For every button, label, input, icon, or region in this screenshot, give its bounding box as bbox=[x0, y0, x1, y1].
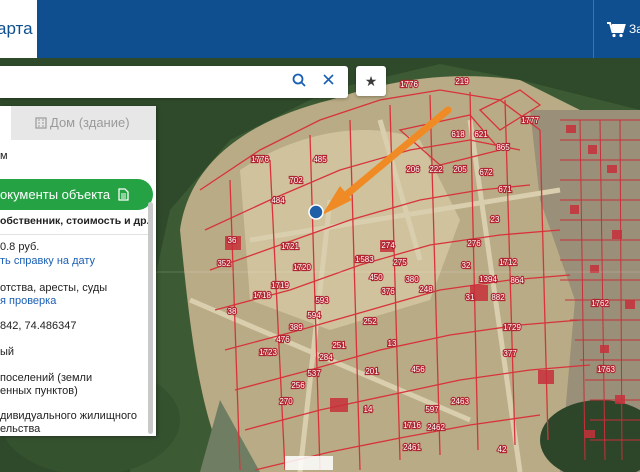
parcel-label: 1394 bbox=[479, 275, 497, 284]
parcel-label: 865 bbox=[496, 143, 510, 152]
parcel-label: 274 bbox=[381, 241, 395, 250]
parcel-label: 284 bbox=[319, 353, 333, 362]
parcel-label: 537 bbox=[307, 369, 321, 378]
parcel-label: 1763 bbox=[597, 365, 615, 374]
parcel-label: 377 bbox=[503, 349, 517, 358]
parcel-label: 270 bbox=[279, 397, 293, 406]
parcel-label: 593 bbox=[315, 296, 329, 305]
document-icon bbox=[118, 188, 129, 201]
cart-label: За bbox=[629, 22, 640, 36]
parcel-label: 621 bbox=[474, 130, 488, 139]
parcel-label: 1720 bbox=[293, 263, 311, 272]
map-attribution bbox=[285, 456, 333, 470]
parcel-label: 1729 bbox=[503, 323, 521, 332]
top-bar: арта За bbox=[0, 0, 640, 58]
tab-building-label: Дом (здание) bbox=[50, 115, 130, 130]
parcel-label: 1712 bbox=[499, 258, 517, 267]
docs-subtitle: обственник, стоимость и др. bbox=[0, 215, 150, 227]
parcel-label: 1719 bbox=[271, 281, 289, 290]
parcel-label: 251 bbox=[332, 341, 346, 350]
parcel-label: 702 bbox=[289, 176, 303, 185]
parcel-label: 882 bbox=[491, 293, 505, 302]
parcel-label: 594 bbox=[307, 311, 321, 320]
building-icon bbox=[35, 117, 47, 129]
parcel-label: 252 bbox=[363, 317, 377, 326]
parcel-label: 206 bbox=[406, 165, 420, 174]
parcel-label: 1762 bbox=[591, 299, 609, 308]
parcel-label: 456 bbox=[411, 365, 425, 374]
cart-button[interactable]: За bbox=[593, 0, 640, 58]
parcel-label: 201 bbox=[365, 367, 379, 376]
parcel-label: 36 bbox=[228, 236, 237, 245]
parcel-label: 1721 bbox=[281, 242, 299, 251]
search-bar bbox=[0, 66, 348, 98]
object-info-panel: Дом (здание) м окументы объекта обственн… bbox=[0, 106, 156, 436]
parcel-label: 864 bbox=[510, 276, 524, 285]
parcel-label: 275 bbox=[393, 258, 407, 267]
parcel-label: 205 bbox=[453, 165, 467, 174]
cart-icon bbox=[607, 22, 626, 38]
restrictions-text: отства, аресты, суды bbox=[0, 282, 108, 294]
parcel-label: 31 bbox=[466, 293, 475, 302]
certificate-link[interactable]: ть справку на дату bbox=[0, 255, 95, 267]
status-value: ый bbox=[0, 346, 15, 358]
cadastral-value: 0.8 руб. bbox=[0, 241, 40, 253]
brand-title[interactable]: арта bbox=[0, 0, 37, 58]
favorite-button[interactable]: ★ bbox=[356, 66, 386, 96]
parcel-label: 23 bbox=[491, 215, 500, 224]
parcel-label: 2461 bbox=[403, 443, 421, 452]
parcel-label: 380 bbox=[405, 275, 419, 284]
coordinates: 842, 74.486347 bbox=[0, 320, 77, 332]
panel-scrollbar[interactable] bbox=[148, 202, 153, 434]
parcel-label: 671 bbox=[498, 185, 512, 194]
parcel-label: 484 bbox=[271, 196, 285, 205]
parcel-label: 476 bbox=[276, 335, 290, 344]
location-marker[interactable] bbox=[308, 204, 324, 220]
parcel-label: 352 bbox=[217, 259, 231, 268]
land-category-line2: енных пунктов) bbox=[0, 385, 78, 397]
land-category-line1: поселений (земли bbox=[0, 372, 93, 384]
star-icon: ★ bbox=[364, 73, 378, 89]
parcel-label: 1776 bbox=[400, 80, 418, 89]
tab-land[interactable] bbox=[0, 106, 11, 140]
parcel-label: 38 bbox=[228, 307, 237, 316]
parcel-label: 1723 bbox=[259, 348, 277, 357]
close-icon[interactable] bbox=[322, 73, 335, 91]
parcel-label: 2463 bbox=[451, 397, 469, 406]
parcel-label: 376 bbox=[381, 287, 395, 296]
tab-building[interactable]: Дом (здание) bbox=[11, 106, 156, 140]
parcel-label: 219 bbox=[455, 77, 469, 86]
parcel-label: 248 bbox=[419, 285, 433, 294]
search-input[interactable] bbox=[4, 70, 278, 96]
divider bbox=[0, 234, 148, 235]
parcel-label: 276 bbox=[467, 239, 481, 248]
object-documents-button[interactable]: окументы объекта bbox=[0, 179, 153, 210]
parcel-label: 14 bbox=[364, 405, 373, 414]
parcel-label: 389 bbox=[289, 323, 303, 332]
parcel-label: 618 bbox=[451, 130, 465, 139]
parcel-label: 32 bbox=[462, 261, 471, 270]
area-value: м bbox=[0, 150, 8, 162]
parcel-label: 42 bbox=[498, 445, 507, 454]
parcel-label: 1776 bbox=[251, 155, 269, 164]
parcel-label: 485 bbox=[313, 155, 327, 164]
parcel-label: 222 bbox=[429, 165, 443, 174]
parcel-label: 1777 bbox=[521, 116, 539, 125]
parcel-label: 13 bbox=[388, 339, 397, 348]
permitted-use-line2: ельства bbox=[0, 423, 41, 435]
parcel-label: 597 bbox=[425, 405, 439, 414]
permitted-use-line1: дивидуального жилищного bbox=[0, 410, 137, 422]
search-icon[interactable] bbox=[292, 73, 306, 92]
parcel-label: 1716 bbox=[403, 421, 421, 430]
parcel-label: 672 bbox=[479, 168, 493, 177]
parcel-label: 2462 bbox=[427, 423, 445, 432]
check-link[interactable]: я проверка bbox=[0, 295, 56, 307]
parcel-label: 256 bbox=[291, 381, 305, 390]
parcel-label: 450 bbox=[369, 273, 383, 282]
parcel-label: 1718 bbox=[253, 291, 271, 300]
parcel-label: 583 bbox=[360, 255, 374, 264]
docs-button-label: окументы объекта bbox=[0, 187, 111, 202]
